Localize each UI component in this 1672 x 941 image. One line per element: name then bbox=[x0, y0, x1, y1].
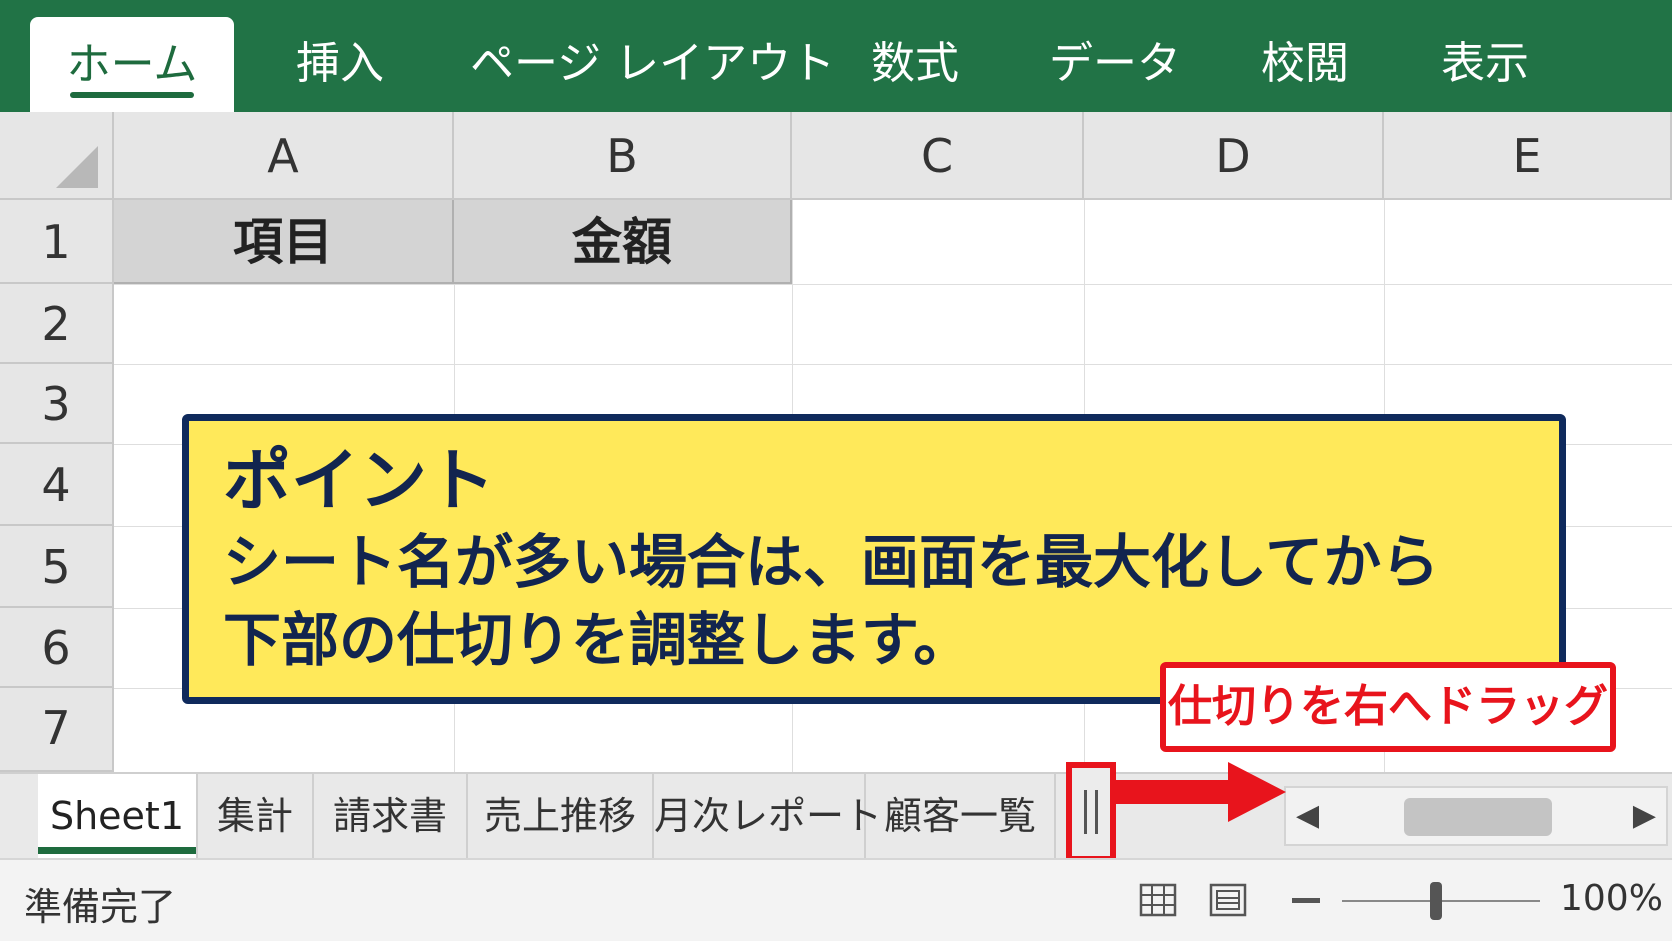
cell-a1[interactable]: 項目 bbox=[114, 200, 454, 284]
select-all-triangle-icon bbox=[56, 146, 98, 188]
tab-review[interactable]: 校閲 bbox=[1250, 36, 1360, 92]
tab-home-label: ホーム bbox=[66, 39, 198, 90]
horizontal-scrollbar[interactable]: ◀ ▶ bbox=[1284, 786, 1668, 846]
tab-splitter-handle[interactable] bbox=[1066, 762, 1116, 862]
active-tab-underline bbox=[70, 92, 194, 98]
sheet-tab-customer-list[interactable]: 顧客一覧 bbox=[866, 774, 1056, 858]
sheet-tab-sales-trend[interactable]: 売上推移 bbox=[468, 774, 654, 858]
row-header-2[interactable]: 2 bbox=[0, 284, 114, 364]
ribbon-tab-bar: ホーム 挿入 ページ レイアウト 数式 データ 校閲 表示 bbox=[0, 0, 1672, 112]
row-header-6[interactable]: 6 bbox=[0, 608, 114, 688]
row-header-1[interactable]: 1 bbox=[0, 200, 114, 284]
row-header-4[interactable]: 4 bbox=[0, 444, 114, 526]
sheet-tab-sheet1[interactable]: Sheet1 bbox=[38, 774, 198, 858]
sheet-tab-summary[interactable]: 集計 bbox=[198, 774, 314, 858]
column-header-b[interactable]: B bbox=[454, 112, 792, 200]
tab-home[interactable]: ホーム bbox=[30, 17, 234, 112]
column-header-e[interactable]: E bbox=[1384, 112, 1672, 200]
row-header-3[interactable]: 3 bbox=[0, 364, 114, 444]
tab-formulas[interactable]: 数式 bbox=[860, 36, 970, 92]
row-header-5[interactable]: 5 bbox=[0, 526, 114, 608]
normal-view-icon[interactable] bbox=[1138, 880, 1178, 920]
point-callout: ポイント シート名が多い場合は、画面を最大化してから 下部の仕切りを調整します。 bbox=[182, 414, 1566, 704]
callout-line-1: シート名が多い場合は、画面を最大化してから bbox=[223, 528, 1440, 596]
tab-page-layout[interactable]: ページ レイアウト bbox=[470, 36, 835, 92]
sheet-tab-label: Sheet1 bbox=[49, 794, 185, 838]
status-ready-text: 準備完了 bbox=[24, 885, 177, 929]
drag-arrow-icon bbox=[1228, 762, 1286, 822]
zoom-level[interactable]: 100% bbox=[1560, 878, 1663, 919]
gridline bbox=[114, 364, 1672, 365]
cell-b1[interactable]: 金額 bbox=[454, 200, 792, 284]
scroll-left-icon[interactable]: ◀ bbox=[1296, 798, 1319, 833]
drag-instruction-label: 仕切りを右へドラッグ bbox=[1160, 662, 1616, 752]
sheet-tab-invoice[interactable]: 請求書 bbox=[314, 774, 468, 858]
row-header-7[interactable]: 7 bbox=[0, 688, 114, 772]
page-layout-view-icon[interactable] bbox=[1208, 880, 1248, 920]
column-header-a[interactable]: A bbox=[114, 112, 454, 200]
select-all-corner[interactable] bbox=[0, 112, 114, 200]
column-header-d[interactable]: D bbox=[1084, 112, 1384, 200]
status-bar: 準備完了 100% bbox=[0, 858, 1672, 941]
gridline bbox=[114, 284, 1672, 285]
zoom-slider-thumb[interactable] bbox=[1430, 882, 1442, 920]
tab-view[interactable]: 表示 bbox=[1430, 36, 1540, 92]
active-sheet-underline bbox=[38, 847, 196, 854]
scroll-right-icon[interactable]: ▶ bbox=[1633, 798, 1656, 833]
tab-insert[interactable]: 挿入 bbox=[280, 36, 400, 92]
tab-data[interactable]: データ bbox=[1040, 36, 1190, 92]
drag-arrow-shaft bbox=[1116, 780, 1236, 804]
scrollbar-thumb[interactable] bbox=[1404, 798, 1552, 836]
zoom-out-icon[interactable] bbox=[1292, 898, 1320, 903]
sheet-tab-monthly-report[interactable]: 月次レポート bbox=[654, 774, 882, 858]
callout-title: ポイント bbox=[223, 442, 496, 521]
splitter-grip-icon bbox=[1084, 790, 1098, 834]
column-header-c[interactable]: C bbox=[792, 112, 1084, 200]
